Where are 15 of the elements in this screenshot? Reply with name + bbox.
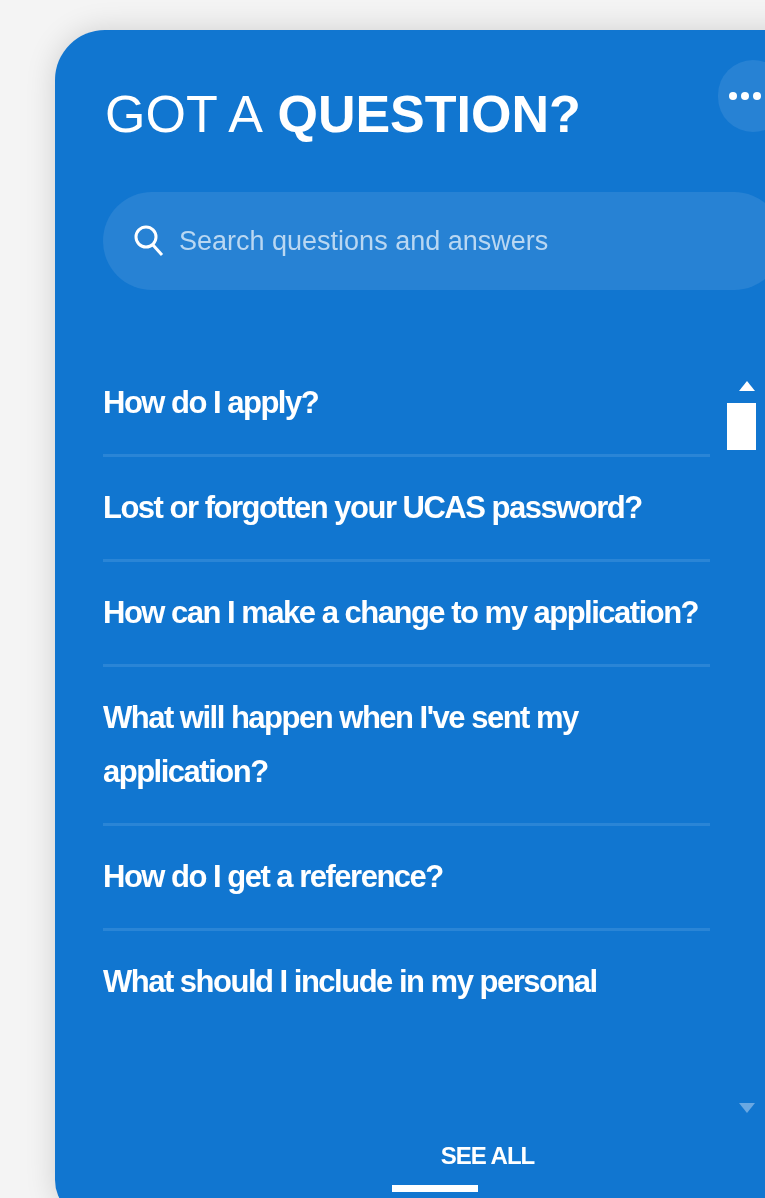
question-link[interactable]: What will happen when I've sent my application? (103, 691, 710, 799)
search-icon (133, 224, 165, 258)
scroll-down-icon (737, 1102, 757, 1114)
question-link[interactable]: How do I apply? (103, 376, 710, 430)
panel-title: GOT A QUESTION? (105, 84, 581, 145)
more-icon (728, 91, 764, 101)
scroll-up-icon (737, 380, 757, 392)
see-all-link[interactable]: SEE ALL (440, 1138, 535, 1174)
question-link[interactable]: How do I get a reference? (103, 850, 710, 904)
search-field[interactable]: Search questions and answers (103, 192, 765, 290)
question-link[interactable]: How can I make a change to my application? (103, 586, 710, 640)
scroll-thumb[interactable] (727, 403, 756, 450)
question-link[interactable]: What should I include in my personal (103, 955, 710, 1009)
question-link[interactable]: Lost or forgotten your UCAS password? (103, 481, 710, 535)
search-input[interactable]: Search questions and answers (179, 220, 739, 262)
